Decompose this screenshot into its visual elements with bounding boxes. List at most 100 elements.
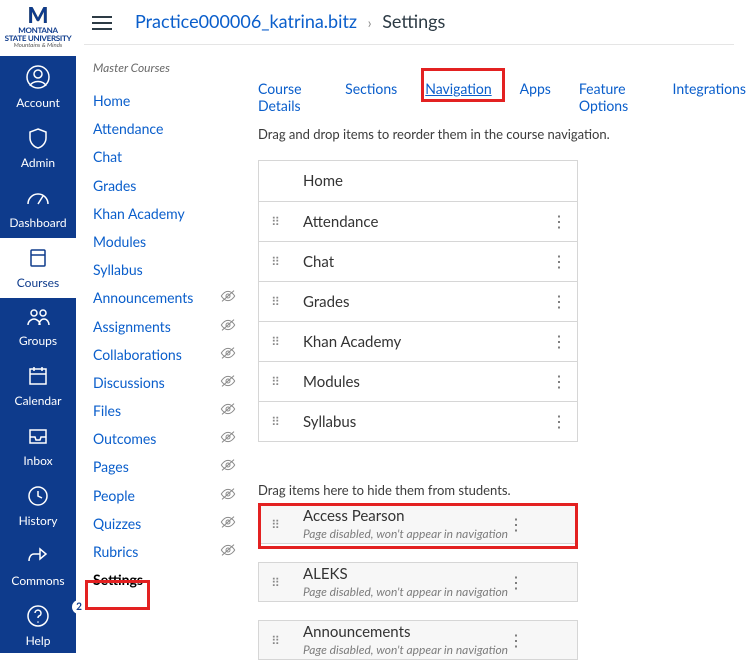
tab-navigation[interactable]: Navigation	[425, 80, 491, 114]
eye-off-icon	[220, 318, 236, 336]
course-nav-home[interactable]: Home	[90, 87, 240, 115]
course-nav-modules[interactable]: Modules	[90, 228, 240, 256]
drag-handle-icon[interactable]: ⠿	[269, 299, 283, 304]
nav-item-row-disabled[interactable]: ⠿ALEKSPage disabled, won't appear in nav…	[258, 562, 578, 602]
kebab-menu-button[interactable]: ⋮	[508, 515, 524, 534]
nav-account[interactable]: Account	[0, 56, 76, 118]
drag-handle-icon[interactable]: ⠿	[269, 379, 283, 384]
nav-item-label: Announcements	[303, 623, 508, 641]
hamburger-menu-button[interactable]	[92, 15, 112, 34]
tab-apps[interactable]: Apps	[520, 80, 551, 114]
global-nav: M MONTANA STATE UNIVERSITY Mountains & M…	[0, 0, 76, 653]
course-nav-collaborations[interactable]: Collaborations	[90, 341, 240, 369]
nav-inbox[interactable]: Inbox	[0, 416, 76, 476]
drag-handle-icon[interactable]: ⠿	[269, 522, 283, 527]
course-nav-label: Syllabus	[93, 261, 143, 279]
clock-icon	[0, 484, 76, 511]
nav-commons[interactable]: Commons	[0, 536, 76, 596]
kebab-menu-button[interactable]: ⋮	[508, 573, 524, 592]
course-nav-syllabus[interactable]: Syllabus	[90, 256, 240, 284]
nav-admin[interactable]: Admin	[0, 118, 76, 178]
nav-item-label: Modules	[303, 373, 551, 391]
course-nav-pages[interactable]: Pages	[90, 453, 240, 481]
breadcrumb: Practice000006_katrina.bitz › Settings	[135, 10, 445, 32]
kebab-menu-button[interactable]: ⋮	[551, 212, 567, 231]
question-circle-icon: 2	[0, 604, 76, 631]
course-nav-label: Announcements	[93, 289, 193, 307]
nav-item-label: Home	[303, 172, 551, 190]
nav-courses[interactable]: Courses	[0, 238, 76, 298]
kebab-menu-button[interactable]: ⋮	[551, 292, 567, 311]
nav-calendar[interactable]: Calendar	[0, 356, 76, 416]
nav-dashboard[interactable]: Dashboard	[0, 178, 76, 238]
drag-handle-icon[interactable]: ⠿	[269, 219, 283, 224]
course-nav-attendance[interactable]: Attendance	[90, 115, 240, 143]
course-nav-label: Discussions	[93, 374, 165, 392]
drag-handle-icon[interactable]: ⠿	[269, 638, 283, 643]
tab-feature-options[interactable]: Feature Options	[579, 80, 645, 114]
course-nav-rubrics[interactable]: Rubrics	[90, 538, 240, 566]
eye-off-icon	[220, 543, 236, 561]
nav-groups[interactable]: Groups	[0, 298, 76, 356]
header-divider	[84, 44, 734, 45]
kebab-menu-button[interactable]: ⋮	[551, 252, 567, 271]
tab-course-details[interactable]: Course Details	[258, 80, 317, 114]
calendar-icon	[0, 364, 76, 391]
course-nav-discussions[interactable]: Discussions	[90, 369, 240, 397]
reorder-instructions: Drag and drop items to reorder them in t…	[258, 126, 610, 142]
course-nav-khan-academy[interactable]: Khan Academy	[90, 200, 240, 228]
nav-item-row[interactable]: ⠿Attendance⋮	[259, 201, 577, 241]
course-nav-people[interactable]: People	[90, 482, 240, 510]
drag-handle-icon[interactable]: ⠿	[269, 339, 283, 344]
course-nav-assignments[interactable]: Assignments	[90, 313, 240, 341]
kebab-menu-button[interactable]: ⋮	[551, 412, 567, 431]
nav-item-row[interactable]: ⠿Home⋮	[259, 161, 577, 201]
tab-sections[interactable]: Sections	[345, 80, 397, 114]
course-nav-label: Assignments	[93, 318, 171, 336]
kebab-menu-button[interactable]: ⋮	[551, 372, 567, 391]
nav-item-row[interactable]: ⠿Syllabus⋮	[259, 401, 577, 441]
course-nav-label: Collaborations	[93, 346, 182, 364]
eye-off-icon	[220, 430, 236, 448]
eye-off-icon	[220, 402, 236, 420]
nav-item-row[interactable]: ⠿ Modules⋮	[259, 361, 577, 401]
course-nav-heading: Master Courses	[90, 60, 240, 75]
nav-history[interactable]: History	[0, 476, 76, 536]
course-nav-files[interactable]: Files	[90, 397, 240, 425]
drag-handle-icon[interactable]: ⠿	[269, 580, 283, 585]
kebab-menu-button[interactable]: ⋮	[508, 631, 524, 650]
course-nav-label: Settings	[93, 571, 143, 589]
course-nav-settings[interactable]: Settings	[90, 566, 240, 594]
course-nav-label: People	[93, 487, 135, 505]
nav-item-row[interactable]: ⠿Grades⋮	[259, 281, 577, 321]
drag-handle-icon[interactable]: ⠿	[269, 419, 283, 424]
enabled-nav-list: ⠿Home⋮⠿Attendance⋮⠿Chat⋮⠿Grades⋮⠿Khan Ac…	[258, 160, 578, 442]
nav-item-label: Access Pearson	[303, 507, 508, 525]
nav-item-label: ALEKS	[303, 565, 508, 583]
hamburger-icon	[92, 15, 112, 31]
kebab-menu-button[interactable]: ⋮	[551, 332, 567, 351]
course-nav-label: Files	[93, 402, 121, 420]
logo[interactable]: M MONTANA STATE UNIVERSITY Mountains & M…	[0, 0, 76, 56]
nav-item-row-disabled[interactable]: ⠿ Access PearsonPage disabled, won't appe…	[258, 504, 578, 544]
nav-item-row[interactable]: ⠿Chat⋮	[259, 241, 577, 281]
course-nav-label: Home	[93, 92, 130, 110]
course-nav-quizzes[interactable]: Quizzes	[90, 510, 240, 538]
nav-item-sublabel: Page disabled, won't appear in navigatio…	[303, 642, 508, 657]
nav-help[interactable]: 2 Help	[0, 596, 76, 656]
nav-item-row[interactable]: ⠿Khan Academy⋮	[259, 321, 577, 361]
drag-handle-icon[interactable]: ⠿	[269, 259, 283, 264]
nav-item-sublabel: Page disabled, won't appear in navigatio…	[303, 526, 508, 541]
eye-off-icon	[220, 515, 236, 533]
tab-integrations[interactable]: Integrations	[673, 80, 746, 114]
course-nav-label: Modules	[93, 233, 146, 251]
course-nav: Master Courses Home AttendanceChatGradesK…	[90, 60, 240, 594]
course-nav-grades[interactable]: Grades	[90, 172, 240, 200]
course-nav-outcomes[interactable]: Outcomes	[90, 425, 240, 453]
course-nav-announcements[interactable]: Announcements	[90, 284, 240, 312]
course-nav-chat[interactable]: Chat	[90, 143, 240, 171]
course-nav-label: Pages	[93, 458, 129, 476]
eye-off-icon	[220, 458, 236, 476]
breadcrumb-course-link[interactable]: Practice000006_katrina.bitz	[135, 10, 357, 32]
nav-item-row-disabled[interactable]: ⠿ AnnouncementsPage disabled, won't appea…	[258, 620, 578, 660]
